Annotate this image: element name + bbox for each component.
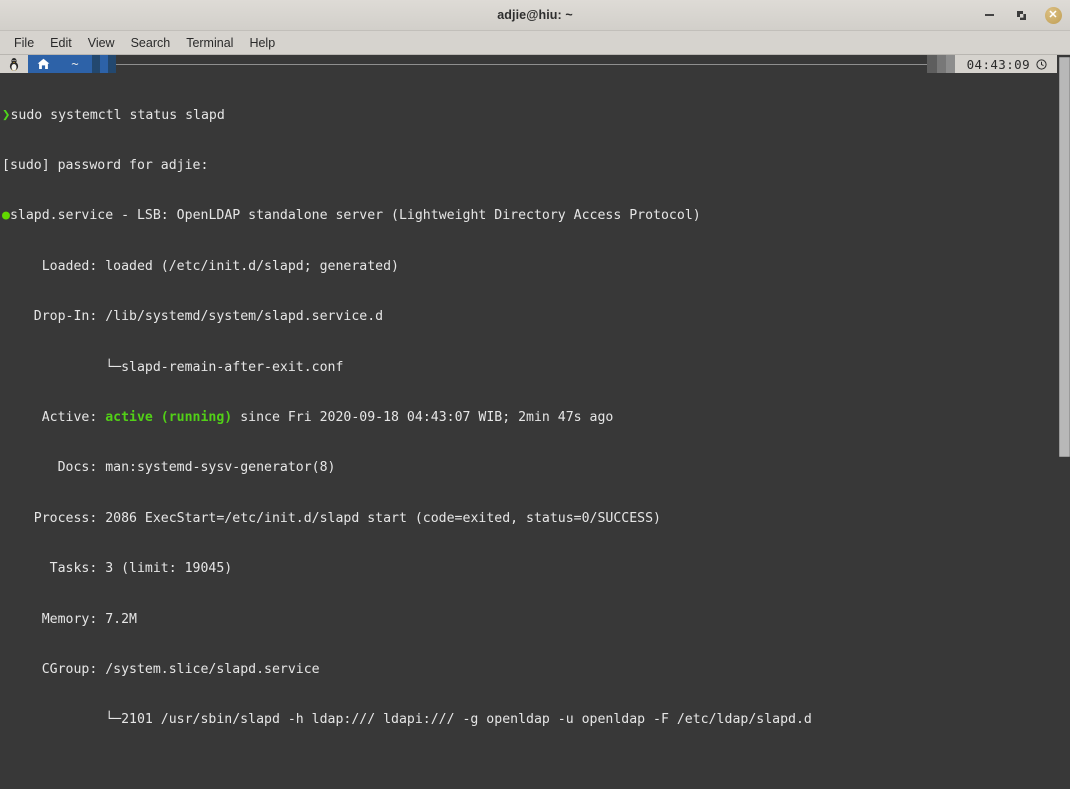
cgroup-value: /system.slice/slapd.service (105, 661, 320, 677)
home-icon (28, 55, 58, 73)
dropin-value: /lib/systemd/system/slapd.service.d (105, 309, 384, 325)
menu-item-file[interactable]: File (6, 34, 42, 52)
menu-item-search[interactable]: Search (123, 34, 179, 52)
terminal-scrollbar[interactable] (1057, 55, 1070, 789)
powerline-block-1 (92, 55, 100, 73)
active-line: Active: active (running) since Fri 2020-… (2, 410, 1057, 427)
scrollbar-thumb[interactable] (1059, 57, 1070, 457)
powerline-block-6 (945, 55, 955, 73)
close-icon: ✕ (1044, 6, 1062, 24)
powerline-statusbar-top: ~ 04:43:09 (0, 55, 1057, 73)
cgroup-child-line: └─2101 /usr/sbin/slapd -h ldap:/// ldapi… (2, 712, 812, 728)
docs-label: Docs: (2, 460, 106, 476)
memory-label: Memory: (2, 611, 106, 627)
tux-penguin-icon (0, 55, 28, 73)
cgroup-label: CGroup: (2, 661, 106, 677)
terminal-area[interactable]: ~ 04:43:09 ❯sudo systemctl status slapd … (0, 55, 1070, 789)
clock-icon (1036, 58, 1047, 70)
dropin-line: Drop-In: /lib/systemd/system/slapd.servi… (2, 309, 1057, 326)
docs-value: man:systemd-sysv-generator(8) (105, 460, 336, 476)
powerline-block-5 (936, 55, 946, 73)
menubar: File Edit View Search Terminal Help (0, 31, 1070, 55)
window-title: adjie@hiu: ~ (497, 8, 573, 22)
minimize-button[interactable] (980, 6, 998, 24)
menu-item-view[interactable]: View (80, 34, 123, 52)
menu-item-help[interactable]: Help (241, 34, 283, 52)
command-line: ❯sudo systemctl status slapd (2, 107, 1057, 125)
close-button[interactable]: ✕ (1044, 6, 1062, 24)
process-label: Process: (2, 510, 106, 526)
loaded-value: loaded (/etc/init.d/slapd; generated) (105, 258, 399, 274)
tasks-value: 3 (limit: 19045) (105, 561, 233, 577)
statusbar-time-top: 04:43:09 (966, 56, 1030, 72)
dropin-label: Drop-In: (2, 309, 106, 325)
cgroup-line: CGroup: /system.slice/slapd.service (2, 662, 1057, 679)
loaded-line: Loaded: loaded (/etc/init.d/slapd; gener… (2, 259, 1057, 276)
terminal-window: adjie@hiu: ~ ✕ File Edit View Search Ter… (0, 0, 1070, 789)
terminal-screen[interactable]: ~ 04:43:09 ❯sudo systemctl status slapd … (0, 55, 1057, 789)
window-titlebar[interactable]: adjie@hiu: ~ ✕ (0, 0, 1070, 31)
memory-value: 7.2M (105, 611, 137, 627)
statusbar-divider-line (116, 55, 927, 73)
statusbar-path-top: ~ (58, 55, 92, 73)
tasks-line: Tasks: 3 (limit: 19045) (2, 561, 1057, 578)
service-header-line: ●slapd.service - LSB: OpenLDAP standalon… (2, 208, 1057, 225)
powerline-block-3 (108, 55, 116, 73)
menu-item-edit[interactable]: Edit (42, 34, 80, 52)
loaded-label: Loaded: (2, 258, 106, 274)
process-value: 2086 ExecStart=/etc/init.d/slapd start (… (105, 510, 661, 526)
statusbar-clock-top: 04:43:09 (954, 55, 1057, 73)
dropin-child-line: └─slapd-remain-after-exit.conf (2, 359, 344, 375)
menu-item-terminal[interactable]: Terminal (178, 34, 241, 52)
memory-line: Memory: 7.2M (2, 612, 1057, 629)
active-label: Active: (2, 409, 106, 425)
command-text: sudo systemctl status slapd (10, 107, 225, 123)
active-state: active (running) (105, 409, 233, 425)
window-controls: ✕ (980, 0, 1062, 30)
powerline-block-4 (926, 55, 937, 73)
service-header-text: slapd.service - LSB: OpenLDAP standalone… (9, 208, 701, 224)
process-line: Process: 2086 ExecStart=/etc/init.d/slap… (2, 511, 1057, 528)
docs-line: Docs: man:systemd-sysv-generator(8) (2, 460, 1057, 477)
tasks-label: Tasks: (2, 561, 106, 577)
active-rest: since Fri 2020-09-18 04:43:07 WIB; 2min … (232, 409, 614, 425)
powerline-block-2 (100, 55, 108, 73)
terminal-output: ❯sudo systemctl status slapd [sudo] pass… (0, 73, 1057, 789)
sudo-prompt-line: [sudo] password for adjie: (2, 157, 209, 173)
maximize-button[interactable] (1012, 6, 1030, 24)
status-dot-icon: ● (2, 208, 10, 224)
